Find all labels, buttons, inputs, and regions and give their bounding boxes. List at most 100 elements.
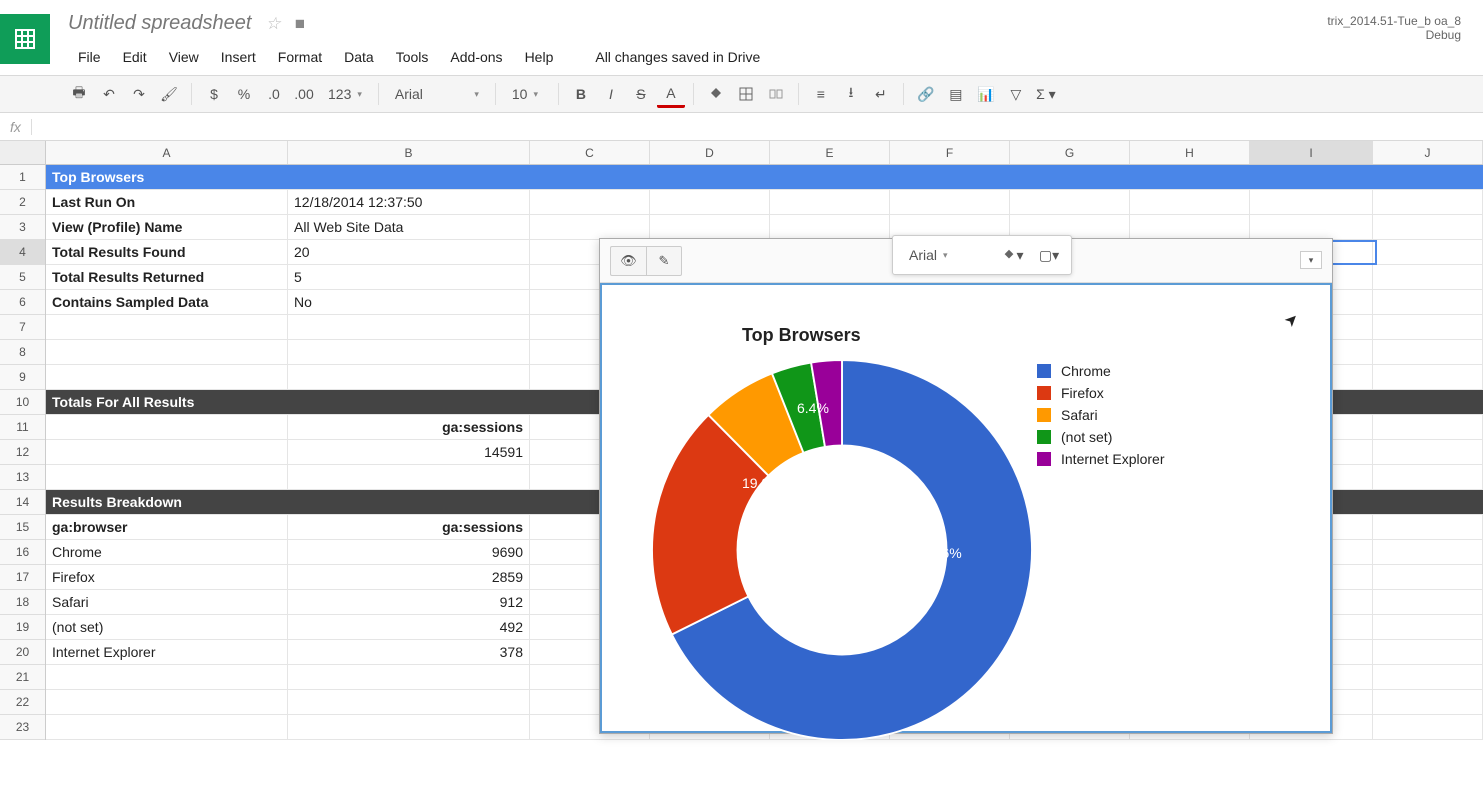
cell-I3[interactable] xyxy=(1250,215,1373,239)
cell-J5[interactable] xyxy=(1373,265,1483,289)
fill-color-icon[interactable] xyxy=(702,80,730,108)
chart-body[interactable]: Top Browsers ChromeFirefoxSafari(not set… xyxy=(600,283,1332,733)
cell-B21[interactable] xyxy=(288,665,530,689)
menu-tools[interactable]: Tools xyxy=(386,45,439,69)
font-size-select[interactable]: 10▾ xyxy=(504,80,550,108)
cell-J17[interactable] xyxy=(1373,565,1483,589)
percent-icon[interactable]: % xyxy=(230,80,258,108)
cell-D1[interactable] xyxy=(650,165,770,189)
row-header-16[interactable]: 16 xyxy=(0,540,45,565)
cell-E2[interactable] xyxy=(770,190,890,214)
cell-J4[interactable] xyxy=(1373,240,1483,264)
cell-J6[interactable] xyxy=(1373,290,1483,314)
cell-J2[interactable] xyxy=(1373,190,1483,214)
cell-J15[interactable] xyxy=(1373,515,1483,539)
cell-B2[interactable]: 12/18/2014 12:37:50 xyxy=(288,190,530,214)
cell-A13[interactable] xyxy=(46,465,288,489)
row-header-1[interactable]: 1 xyxy=(0,165,45,190)
row-header-20[interactable]: 20 xyxy=(0,640,45,665)
cell-C2[interactable] xyxy=(530,190,650,214)
menu-help[interactable]: Help xyxy=(515,45,564,69)
filter-icon[interactable]: ▽ xyxy=(1002,80,1030,108)
menu-data[interactable]: Data xyxy=(334,45,384,69)
bold-icon[interactable]: B xyxy=(567,80,595,108)
row-header-7[interactable]: 7 xyxy=(0,315,45,340)
folder-icon[interactable]: ■ xyxy=(295,14,305,34)
paint-format-icon[interactable]: 🖌 xyxy=(155,80,183,108)
sheets-logo[interactable] xyxy=(0,14,50,64)
cell-B1[interactable] xyxy=(288,165,530,189)
cell-B4[interactable]: 20 xyxy=(288,240,530,264)
cell-A16[interactable]: Chrome xyxy=(46,540,288,564)
comment-icon[interactable]: ▤ xyxy=(942,80,970,108)
chart-edit-icon[interactable]: ✎ xyxy=(646,246,682,276)
cell-J14[interactable] xyxy=(1373,490,1483,514)
cell-E1[interactable] xyxy=(770,165,890,189)
cell-J16[interactable] xyxy=(1373,540,1483,564)
row-header-19[interactable]: 19 xyxy=(0,615,45,640)
cell-J12[interactable] xyxy=(1373,440,1483,464)
chart-container[interactable]: 👁 ✎ Arial▾ ▾ ▢▾ ▾ Top Browsers ChromeFir… xyxy=(599,238,1333,734)
cell-D2[interactable] xyxy=(650,190,770,214)
cell-B8[interactable] xyxy=(288,340,530,364)
cell-G1[interactable] xyxy=(1010,165,1130,189)
cell-J11[interactable] xyxy=(1373,415,1483,439)
cell-A7[interactable] xyxy=(46,315,288,339)
decimal-increase-icon[interactable]: .00 xyxy=(290,80,318,108)
row-header-13[interactable]: 13 xyxy=(0,465,45,490)
doc-title[interactable]: Untitled spreadsheet xyxy=(68,12,251,35)
align-v-icon[interactable]: ⭳ xyxy=(837,80,865,108)
col-header-B[interactable]: B xyxy=(288,141,530,164)
cell-A23[interactable] xyxy=(46,715,288,739)
text-color-icon[interactable]: A xyxy=(657,80,685,108)
print-icon[interactable]: 🖶 xyxy=(65,80,93,108)
row-header-9[interactable]: 9 xyxy=(0,365,45,390)
row-header-11[interactable]: 11 xyxy=(0,415,45,440)
cell-A12[interactable] xyxy=(46,440,288,464)
cell-B6[interactable]: No xyxy=(288,290,530,314)
cell-J19[interactable] xyxy=(1373,615,1483,639)
cell-A21[interactable] xyxy=(46,665,288,689)
cell-J23[interactable] xyxy=(1373,715,1483,739)
cell-G2[interactable] xyxy=(1010,190,1130,214)
cell-A11[interactable] xyxy=(46,415,288,439)
cell-A8[interactable] xyxy=(46,340,288,364)
cell-I2[interactable] xyxy=(1250,190,1373,214)
cell-A22[interactable] xyxy=(46,690,288,714)
menu-file[interactable]: File xyxy=(68,45,111,69)
cell-F1[interactable] xyxy=(890,165,1010,189)
row-header-21[interactable]: 21 xyxy=(0,665,45,690)
cell-B17[interactable]: 2859 xyxy=(288,565,530,589)
italic-icon[interactable]: I xyxy=(597,80,625,108)
menu-view[interactable]: View xyxy=(159,45,209,69)
currency-icon[interactable]: $ xyxy=(200,80,228,108)
cell-A4[interactable]: Total Results Found xyxy=(46,240,288,264)
col-header-D[interactable]: D xyxy=(650,141,770,164)
cell-A9[interactable] xyxy=(46,365,288,389)
cell-B10[interactable] xyxy=(288,390,530,414)
cell-B16[interactable]: 9690 xyxy=(288,540,530,564)
row-header-4[interactable]: 4 xyxy=(0,240,45,265)
link-icon[interactable]: 🔗 xyxy=(912,80,940,108)
row-header-22[interactable]: 22 xyxy=(0,690,45,715)
cell-J3[interactable] xyxy=(1373,215,1483,239)
chart-fill-icon[interactable]: ▾ xyxy=(999,241,1027,269)
menu-addons[interactable]: Add-ons xyxy=(440,45,512,69)
cell-J22[interactable] xyxy=(1373,690,1483,714)
cell-B3[interactable]: All Web Site Data xyxy=(288,215,530,239)
cell-B13[interactable] xyxy=(288,465,530,489)
cell-B23[interactable] xyxy=(288,715,530,739)
cell-A2[interactable]: Last Run On xyxy=(46,190,288,214)
row-header-23[interactable]: 23 xyxy=(0,715,45,740)
col-header-G[interactable]: G xyxy=(1010,141,1130,164)
functions-icon[interactable]: Σ ▾ xyxy=(1032,80,1060,108)
cell-J10[interactable] xyxy=(1373,390,1483,414)
chart-menu-dropdown[interactable]: ▾ xyxy=(1300,251,1322,269)
chart-font-select[interactable]: Arial▾ xyxy=(901,241,991,269)
cell-J21[interactable] xyxy=(1373,665,1483,689)
row-header-17[interactable]: 17 xyxy=(0,565,45,590)
cell-A1[interactable]: Top Browsers xyxy=(46,165,288,189)
strike-icon[interactable]: S xyxy=(627,80,655,108)
cell-J13[interactable] xyxy=(1373,465,1483,489)
col-header-C[interactable]: C xyxy=(530,141,650,164)
